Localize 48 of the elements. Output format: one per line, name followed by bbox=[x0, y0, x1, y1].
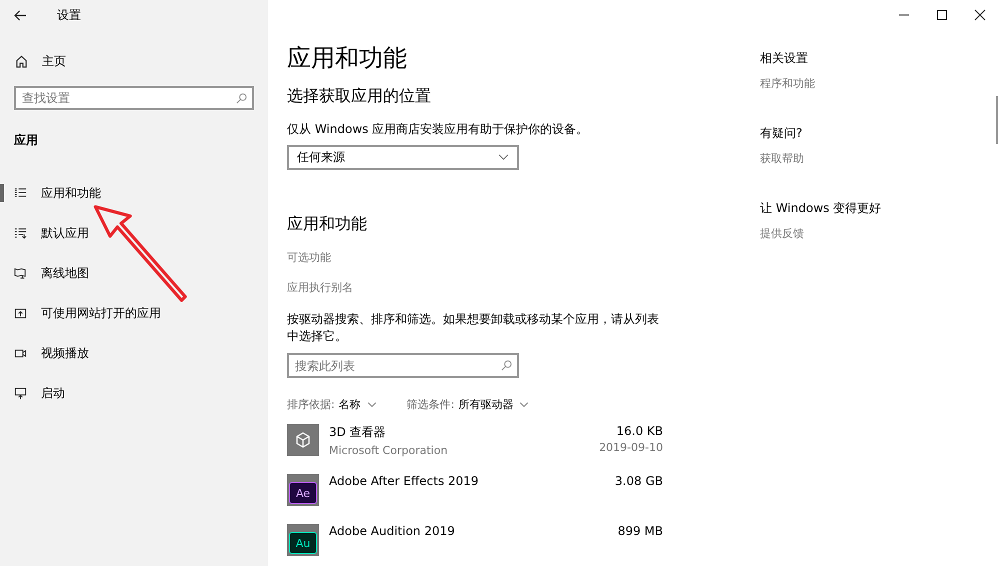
scrollbar[interactable] bbox=[996, 96, 998, 144]
related-heading: 让 Windows 变得更好 bbox=[760, 200, 882, 217]
app-logo-icon: Au bbox=[289, 532, 317, 554]
app-row[interactable]: 3D 查看器 Microsoft Corporation 16.0 KB 2019-09-10 bbox=[287, 424, 663, 462]
description-text: 仅从 Windows 应用商店安装应用有助于保护你的设备。 bbox=[287, 121, 590, 138]
list-icon bbox=[14, 226, 27, 240]
map-icon bbox=[14, 266, 27, 280]
related-heading: 相关设置 bbox=[760, 50, 809, 67]
section-heading: 选择获取应用的位置 bbox=[287, 86, 432, 107]
monitor-icon bbox=[14, 386, 27, 400]
window-title: 设置 bbox=[57, 6, 81, 24]
description-text: 按驱动器搜索、排序和筛选。如果想要卸载或移动某个应用，请从列表中选择它。 bbox=[287, 311, 660, 345]
nav-item[interactable]: 启动 bbox=[0, 373, 268, 413]
page-title: 应用和功能 bbox=[287, 43, 408, 74]
link[interactable]: 应用执行别名 bbox=[287, 280, 687, 295]
section-heading: 应用和功能 bbox=[287, 214, 368, 235]
search-icon bbox=[236, 93, 247, 104]
nav-item[interactable]: 应用和功能 bbox=[0, 173, 268, 213]
home-icon bbox=[15, 54, 28, 68]
section-heading: 应用 bbox=[14, 132, 39, 149]
chevron-down-icon bbox=[366, 402, 377, 408]
close-icon[interactable] bbox=[974, 9, 986, 21]
nav-item[interactable]: 视频播放 bbox=[0, 333, 268, 373]
link[interactable]: 获取帮助 bbox=[760, 151, 882, 166]
cube-icon bbox=[287, 424, 319, 456]
chevron-down-icon bbox=[519, 402, 530, 408]
link[interactable]: 提供反馈 bbox=[760, 226, 882, 241]
link[interactable]: 程序和功能 bbox=[760, 76, 882, 91]
search-icon bbox=[501, 360, 512, 371]
source-dropdown[interactable]: 任何来源 bbox=[287, 145, 519, 170]
related-heading: 有疑问? bbox=[760, 125, 804, 142]
maximize-icon[interactable] bbox=[936, 9, 948, 21]
app-logo-icon: Ae bbox=[289, 482, 317, 504]
app-row[interactable]: Au Adobe Audition 2019 899 MB bbox=[287, 524, 663, 562]
nav-item[interactable]: 离线地图 bbox=[0, 253, 268, 293]
chevron-down-icon bbox=[498, 154, 509, 161]
link[interactable]: 可选功能 bbox=[287, 250, 687, 265]
home-link[interactable]: 主页 bbox=[0, 46, 268, 76]
search-field[interactable]: 搜索此列表 bbox=[287, 353, 519, 378]
app-row[interactable]: Ae Adobe After Effects 2019 3.08 GB bbox=[287, 474, 663, 512]
search-field[interactable]: 查找设置 bbox=[14, 86, 254, 110]
window-icon bbox=[14, 306, 27, 320]
sort-dropdown[interactable]: 排序依据: 名称 bbox=[287, 397, 377, 412]
list-icon bbox=[14, 186, 27, 200]
nav-item[interactable]: 可使用网站打开的应用 bbox=[0, 293, 268, 333]
nav-item[interactable]: 默认应用 bbox=[0, 213, 268, 253]
back-icon[interactable] bbox=[14, 10, 27, 20]
sort-dropdown[interactable]: 筛选条件: 所有驱动器 bbox=[406, 397, 530, 412]
